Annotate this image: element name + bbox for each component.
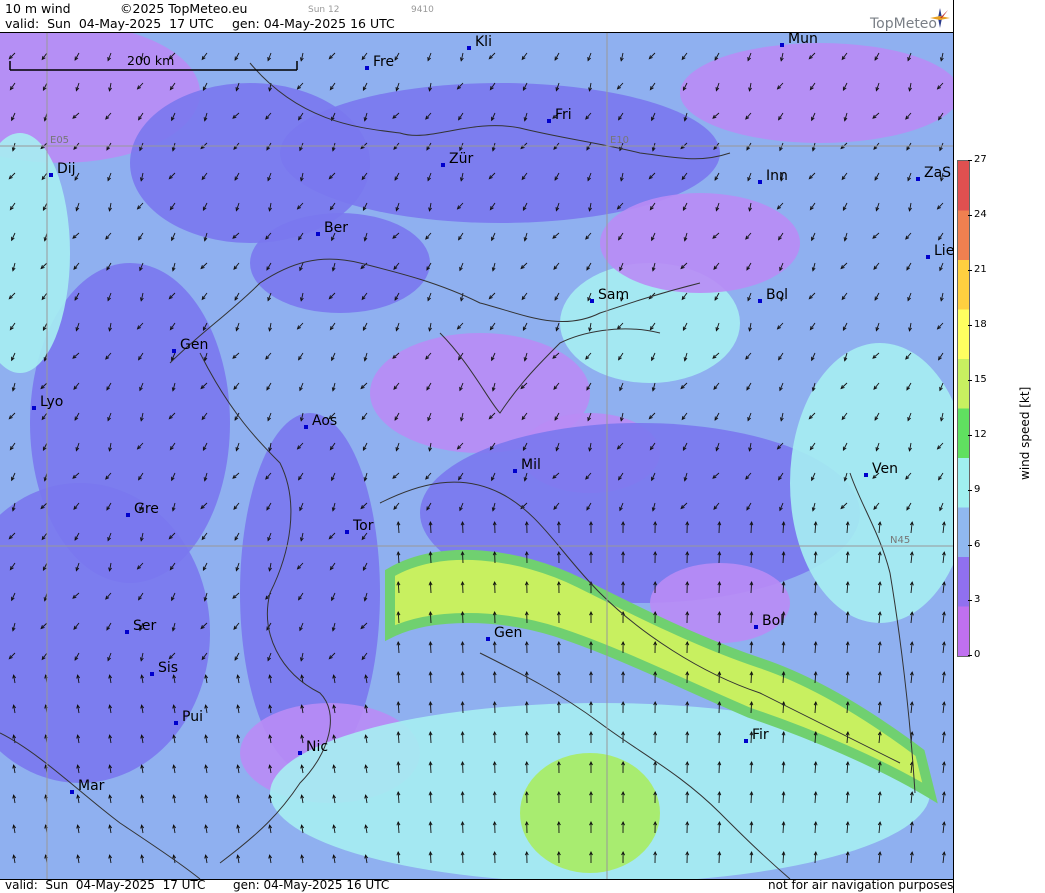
weather-map-window: { "header": { "product": "10 m wind", "c… bbox=[0, 0, 1045, 893]
legend-tick-mark bbox=[968, 490, 972, 491]
city-marker bbox=[316, 232, 320, 236]
city-marker bbox=[758, 180, 762, 184]
city-label: Mun bbox=[788, 33, 818, 47]
legend-tick-mark bbox=[968, 655, 972, 656]
city-marker bbox=[916, 177, 920, 181]
svg-text:wind speed [kt]: wind speed [kt] bbox=[1018, 387, 1032, 480]
footer-generated: gen: 04-May-2025 16 UTC bbox=[233, 878, 390, 892]
city-label: Sis bbox=[158, 660, 178, 676]
city-marker bbox=[744, 739, 748, 743]
legend-tick-mark bbox=[968, 600, 972, 601]
city-marker bbox=[513, 469, 517, 473]
city-marker bbox=[441, 163, 445, 167]
footer-disclaimer: not for air navigation purposes bbox=[768, 878, 954, 892]
city-marker bbox=[780, 43, 784, 47]
legend-tick-mark bbox=[968, 545, 972, 546]
legend-tick-label: 24 bbox=[974, 209, 987, 220]
city-label: Zür bbox=[449, 151, 473, 167]
city-label: Ven bbox=[872, 461, 898, 477]
legend-tick-label: 27 bbox=[974, 154, 987, 165]
city-marker bbox=[150, 672, 154, 676]
city-marker bbox=[864, 473, 868, 477]
legend-color-bar bbox=[957, 160, 970, 657]
city-label: Gen bbox=[180, 337, 208, 353]
compass-logo-icon bbox=[930, 8, 950, 28]
city-label: Fre bbox=[373, 54, 394, 70]
city-label: Nic bbox=[306, 739, 328, 755]
city-marker bbox=[125, 630, 129, 634]
city-marker bbox=[758, 299, 762, 303]
generated-time: gen: 04-May-2025 16 UTC bbox=[232, 16, 395, 31]
city-label: Ber bbox=[324, 220, 348, 236]
header-small-a: Sun 12 bbox=[308, 5, 340, 15]
city-marker bbox=[304, 425, 308, 429]
city-marker bbox=[49, 173, 53, 177]
header-small-b: 9410 bbox=[411, 5, 434, 15]
legend-tick-label: 15 bbox=[974, 374, 987, 385]
wind-speed-patch bbox=[600, 193, 800, 293]
city-label: Kli bbox=[475, 34, 492, 50]
wind-map[interactable]: E05 E10 N45 Kli Mun Fre Fri Zür Dij Inn ZaS Ber L… bbox=[0, 32, 953, 880]
city-marker bbox=[365, 66, 369, 70]
legend-tick-mark bbox=[968, 325, 972, 326]
footer-valid: valid: Sun 04-May-2025 17 UTC bbox=[5, 878, 206, 892]
city-marker bbox=[70, 790, 74, 794]
city-marker bbox=[126, 513, 130, 517]
city-marker bbox=[172, 349, 176, 353]
legend-tick-mark bbox=[968, 270, 972, 271]
city-label: Mil bbox=[521, 457, 541, 473]
city-marker bbox=[590, 299, 594, 303]
legend-tick-label: 12 bbox=[974, 429, 987, 440]
legend-tick-mark bbox=[968, 215, 972, 216]
city-marker bbox=[298, 751, 302, 755]
legend-tick-label: 3 bbox=[974, 594, 981, 605]
city-label: Fir bbox=[752, 727, 769, 743]
grid-label-e05: E05 bbox=[50, 135, 69, 146]
city-label: ZaS bbox=[924, 165, 951, 181]
city-label: Fri bbox=[555, 107, 572, 123]
city-label: Sam bbox=[598, 287, 629, 303]
legend-tick-mark bbox=[968, 380, 972, 381]
city-marker bbox=[32, 406, 36, 410]
city-marker bbox=[926, 255, 930, 259]
legend-tick-label: 6 bbox=[974, 539, 981, 550]
grid-label-e10: E10 bbox=[610, 135, 629, 146]
city-label: Aos bbox=[312, 413, 337, 429]
city-label: Lyo bbox=[40, 394, 63, 410]
city-label: Gen bbox=[494, 625, 522, 641]
wind-speed-field bbox=[0, 33, 953, 879]
legend-title: wind speed [kt] bbox=[1018, 387, 1032, 480]
city-marker bbox=[467, 46, 471, 50]
map-canvas: E05 E10 N45 Kli Mun Fre Fri Zür Dij Inn ZaS Ber L… bbox=[0, 33, 953, 879]
product-title: 10 m wind bbox=[5, 1, 71, 16]
city-label: Bol bbox=[762, 613, 784, 629]
legend-tick-mark bbox=[968, 160, 972, 161]
city-marker bbox=[486, 637, 490, 641]
city-marker bbox=[174, 721, 178, 725]
city-label: Dij bbox=[57, 161, 76, 177]
city-label: Bol bbox=[766, 287, 788, 303]
legend-tick-label: 9 bbox=[974, 484, 981, 495]
scale-bar-label: 200 km bbox=[127, 53, 175, 68]
legend-tick-label: 21 bbox=[974, 264, 987, 275]
city-marker bbox=[345, 530, 349, 534]
city-label: Mar bbox=[78, 778, 105, 794]
legend-tick-label: 18 bbox=[974, 319, 987, 330]
city-marker bbox=[754, 625, 758, 629]
copyright: ©2025 TopMeteo.eu bbox=[120, 1, 248, 16]
city-label: Tor bbox=[352, 518, 374, 534]
wind-speed-patch bbox=[680, 43, 953, 143]
city-label: Inn bbox=[766, 168, 788, 184]
city-marker bbox=[547, 119, 551, 123]
city-label: Lie bbox=[934, 243, 953, 259]
city-label: Pui bbox=[182, 709, 203, 725]
valid-time: valid: Sun 04-May-2025 17 UTC bbox=[5, 16, 214, 31]
legend-tick-mark bbox=[968, 435, 972, 436]
city-label: Gre bbox=[134, 501, 159, 517]
brand-name: TopMeteo bbox=[870, 16, 937, 32]
city-label: Ser bbox=[133, 618, 157, 634]
wind-speed-patch bbox=[130, 83, 370, 243]
legend-tick-label: 0 bbox=[974, 649, 981, 660]
grid-label-n45: N45 bbox=[890, 535, 910, 546]
